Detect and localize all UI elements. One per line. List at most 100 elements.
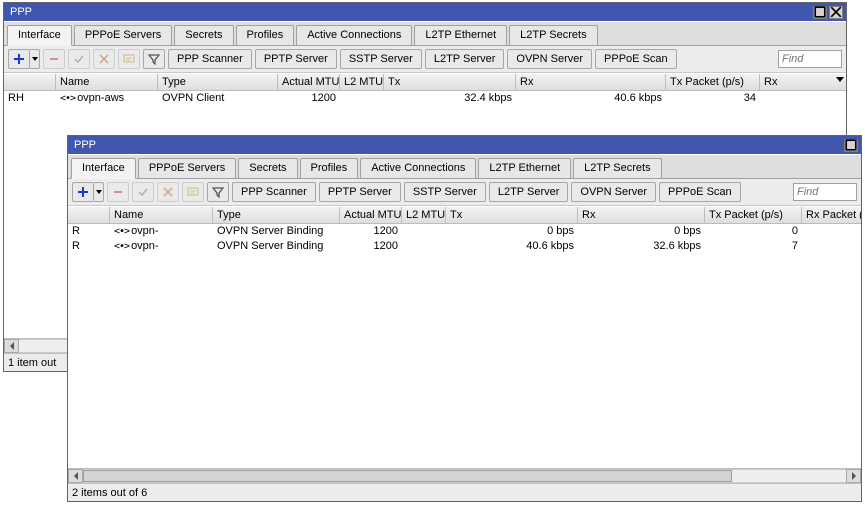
cell-type: OVPN Server Binding [213, 224, 340, 239]
pptp-server-button[interactable]: PPTP Server [319, 182, 401, 202]
tab-pppoe-servers[interactable]: PPPoE Servers [74, 25, 172, 45]
scroll-track[interactable] [83, 469, 846, 483]
filter-button[interactable] [207, 182, 229, 202]
col-type[interactable]: Type [158, 74, 278, 90]
sstp-server-button[interactable]: SSTP Server [340, 49, 422, 69]
col-rx[interactable]: Rx [578, 207, 705, 223]
cell-txp: 0 [705, 224, 802, 239]
tab-l2tp-ethernet[interactable]: L2TP Ethernet [478, 158, 571, 178]
cell-name: <•> ovpn-aws [56, 91, 158, 106]
cell-txp: 34 [666, 91, 760, 106]
pppoe-scan-button[interactable]: PPPoE Scan [659, 182, 741, 202]
tab-profiles[interactable]: Profiles [300, 158, 359, 178]
col-tx-packet[interactable]: Tx Packet (p/s) [666, 74, 760, 90]
grid-header[interactable]: Name Type Actual MTU L2 MTU Tx Rx Tx Pac… [4, 73, 846, 91]
col-name[interactable]: Name [110, 207, 213, 223]
col-tx-packet[interactable]: Tx Packet (p/s) [705, 207, 802, 223]
col-rx-packet[interactable]: Rx Packet (p/ [802, 207, 861, 223]
scroll-left-icon[interactable] [68, 469, 83, 483]
col-l2-mtu[interactable]: L2 MTU [402, 207, 446, 223]
remove-button[interactable] [43, 49, 65, 69]
enable-button[interactable] [68, 49, 90, 69]
interface-icon: <•> [60, 91, 75, 106]
add-button[interactable] [8, 49, 30, 69]
filter-button[interactable] [143, 49, 165, 69]
grid-body[interactable]: R <•> ovpn- OVPN Server Binding 1200 0 b… [68, 224, 861, 468]
col-flags[interactable] [4, 74, 56, 90]
tab-l2tp-secrets[interactable]: L2TP Secrets [573, 158, 661, 178]
enable-button[interactable] [132, 182, 154, 202]
titlebar[interactable]: PPP [68, 136, 861, 154]
tab-interface[interactable]: Interface [71, 158, 136, 179]
close-icon[interactable] [829, 6, 843, 19]
grid-header[interactable]: Name Type Actual MTU L2 MTU Tx Rx Tx Pac… [68, 206, 861, 224]
cell-rx: 40.6 kbps [516, 91, 666, 106]
tab-secrets[interactable]: Secrets [238, 158, 297, 178]
cell-type: OVPN Server Binding [213, 239, 340, 254]
cell-mtu: 1200 [340, 224, 402, 239]
ovpn-server-button[interactable]: OVPN Server [571, 182, 656, 202]
cell-tx: 40.6 kbps [446, 239, 578, 254]
col-flags[interactable] [68, 207, 110, 223]
col-l2-mtu[interactable]: L2 MTU [340, 74, 384, 90]
cell-last [760, 91, 846, 106]
interface-icon: <•> [114, 224, 129, 239]
l2tp-server-button[interactable]: L2TP Server [489, 182, 569, 202]
col-actual-mtu[interactable]: Actual MTU [278, 74, 340, 90]
tab-pppoe-servers[interactable]: PPPoE Servers [138, 158, 236, 178]
col-rx[interactable]: Rx [516, 74, 666, 90]
tab-interface[interactable]: Interface [7, 25, 72, 46]
table-row[interactable]: RH <•> ovpn-aws OVPN Client 1200 32.4 kb… [4, 91, 846, 106]
sort-desc-icon [836, 77, 844, 82]
sstp-server-button[interactable]: SSTP Server [404, 182, 486, 202]
cell-l2mtu [340, 91, 384, 106]
cell-tx: 32.4 kbps [384, 91, 516, 106]
tab-l2tp-secrets[interactable]: L2TP Secrets [509, 25, 597, 45]
cell-name: <•> ovpn- [110, 239, 213, 254]
find-input[interactable] [778, 50, 842, 68]
add-button[interactable] [72, 182, 94, 202]
tab-active-connections[interactable]: Active Connections [360, 158, 476, 178]
col-name[interactable]: Name [56, 74, 158, 90]
cell-l2mtu [402, 239, 446, 254]
remove-button[interactable] [107, 182, 129, 202]
toolbar: PPP Scanner PPTP Server SSTP Server L2TP… [4, 46, 846, 73]
tab-active-connections[interactable]: Active Connections [296, 25, 412, 45]
col-actual-mtu[interactable]: Actual MTU [340, 207, 402, 223]
l2tp-server-button[interactable]: L2TP Server [425, 49, 505, 69]
table-row[interactable]: R <•> ovpn- OVPN Server Binding 1200 40.… [68, 239, 861, 254]
col-type[interactable]: Type [213, 207, 340, 223]
ppp-scanner-button[interactable]: PPP Scanner [232, 182, 316, 202]
col-tx[interactable]: Tx [446, 207, 578, 223]
add-dropdown[interactable] [30, 49, 40, 69]
add-dropdown[interactable] [94, 182, 104, 202]
col-rx2[interactable]: Rx [760, 74, 846, 90]
hscroll[interactable] [68, 468, 861, 483]
find-input[interactable] [793, 183, 857, 201]
scroll-left-icon[interactable] [4, 339, 19, 353]
maximize-icon[interactable] [844, 139, 858, 152]
pppoe-scan-button[interactable]: PPPoE Scan [595, 49, 677, 69]
tab-secrets[interactable]: Secrets [174, 25, 233, 45]
cell-name: <•> ovpn- [110, 224, 213, 239]
table-row[interactable]: R <•> ovpn- OVPN Server Binding 1200 0 b… [68, 224, 861, 239]
disable-button[interactable] [93, 49, 115, 69]
scroll-right-icon[interactable] [846, 469, 861, 483]
maximize-icon[interactable] [813, 6, 827, 19]
cell-mtu: 1200 [278, 91, 340, 106]
status-text: 1 item out [8, 357, 56, 369]
ppp-scanner-button[interactable]: PPP Scanner [168, 49, 252, 69]
disable-button[interactable] [157, 182, 179, 202]
cell-txp: 7 [705, 239, 802, 254]
titlebar[interactable]: PPP [4, 3, 846, 21]
pptp-server-button[interactable]: PPTP Server [255, 49, 337, 69]
toolbar: PPP Scanner PPTP Server SSTP Server L2TP… [68, 179, 861, 206]
cell-last [802, 239, 861, 254]
comment-button[interactable] [182, 182, 204, 202]
tab-profiles[interactable]: Profiles [236, 25, 295, 45]
ovpn-server-button[interactable]: OVPN Server [507, 49, 592, 69]
col-tx[interactable]: Tx [384, 74, 516, 90]
comment-button[interactable] [118, 49, 140, 69]
tab-l2tp-ethernet[interactable]: L2TP Ethernet [414, 25, 507, 45]
tabbar: Interface PPPoE Servers Secrets Profiles… [4, 21, 846, 46]
